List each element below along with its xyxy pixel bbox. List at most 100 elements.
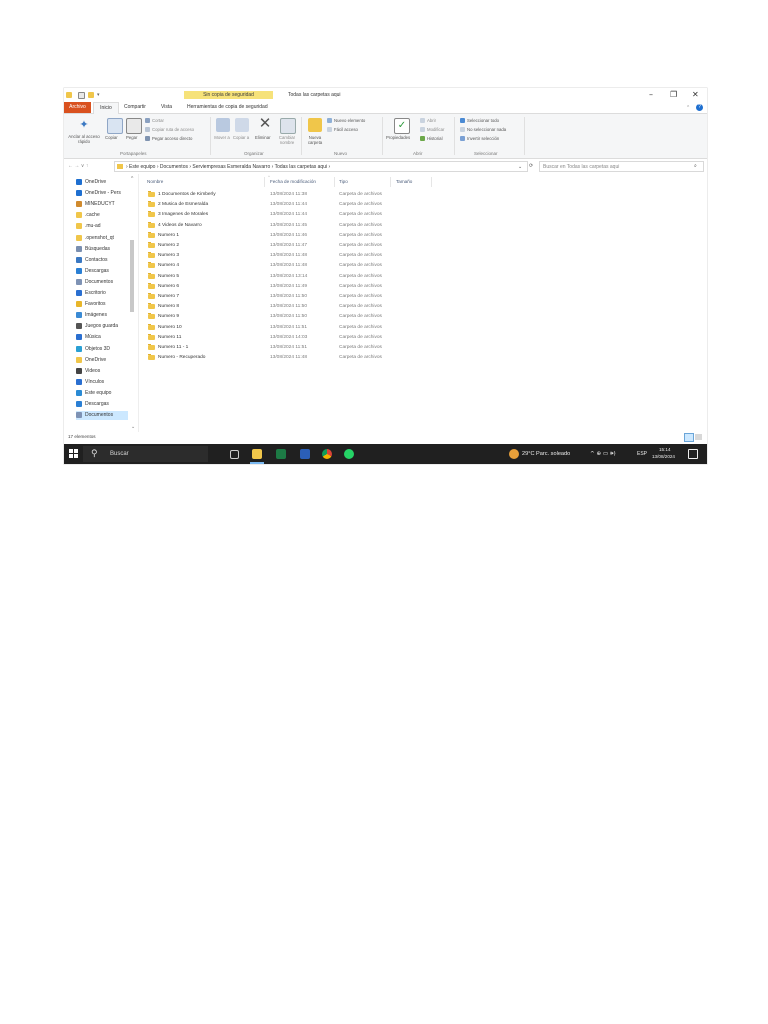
nav-item[interactable]: OneDrive bbox=[76, 178, 128, 187]
paste-shortcut-button[interactable]: Pegar acceso directo bbox=[152, 136, 192, 141]
easy-access-button[interactable]: Fácil acceso bbox=[334, 127, 358, 132]
refresh-button[interactable]: ⟳ bbox=[529, 163, 533, 169]
copy-button[interactable]: Copiar bbox=[105, 135, 118, 140]
nav-scrollbar[interactable] bbox=[130, 240, 134, 312]
table-row[interactable]: Numero 6 13/08/2024 11:49 Carpeta de archi… bbox=[140, 282, 470, 292]
navigation-arrows[interactable]: ← → ∨ ↑ bbox=[68, 163, 88, 169]
column-header-date[interactable]: Fecha de modificación bbox=[270, 179, 316, 185]
clock-time[interactable]: 15:14 bbox=[659, 447, 671, 453]
nav-item[interactable]: Imágenes bbox=[76, 311, 128, 320]
close-button[interactable]: ✕ bbox=[692, 91, 699, 99]
clock-date[interactable]: 13/08/2024 bbox=[652, 454, 675, 460]
large-icons-view-icon[interactable] bbox=[695, 434, 702, 440]
move-to-icon[interactable] bbox=[216, 118, 230, 132]
select-none-button[interactable]: No seleccionar nada bbox=[467, 127, 506, 132]
copy-path-icon[interactable] bbox=[145, 127, 150, 132]
whatsapp-icon[interactable] bbox=[344, 449, 354, 459]
edit-button[interactable]: Modificar bbox=[427, 127, 444, 132]
table-row[interactable]: 4 Videos de Navarro 13/08/2024 11:45 Carpe… bbox=[140, 221, 470, 231]
table-row[interactable]: Numero 1 13/08/2024 11:46 Carpeta de archi… bbox=[140, 231, 470, 241]
new-folder-button[interactable]: Nueva carpeta bbox=[304, 135, 326, 145]
task-view-icon[interactable] bbox=[230, 450, 239, 459]
edit-icon[interactable] bbox=[420, 127, 425, 132]
new-folder-icon[interactable] bbox=[308, 118, 322, 132]
table-row[interactable]: 3 Imagenes de Morales 13/08/2024 11:44 Car… bbox=[140, 210, 470, 220]
table-row[interactable]: Numero 5 13/08/2024 13:14 Carpeta de archi… bbox=[140, 272, 470, 282]
chrome-icon[interactable] bbox=[322, 449, 332, 459]
address-bar[interactable]: › Este equipo › Documentos › Serviempres… bbox=[114, 161, 528, 172]
details-view-icon[interactable] bbox=[684, 433, 694, 442]
system-tray-icons[interactable]: ^ ⊕ ▭ 🕪) bbox=[590, 451, 616, 458]
move-to-button[interactable]: Mover a bbox=[213, 135, 231, 140]
nav-item[interactable]: Juegos guarda bbox=[76, 322, 128, 331]
copy-icon[interactable] bbox=[107, 118, 123, 134]
invert-selection-button[interactable]: Invertir selección bbox=[467, 136, 499, 141]
nav-item[interactable]: .cache bbox=[76, 211, 128, 220]
history-button[interactable]: Historial bbox=[427, 136, 443, 141]
nav-item[interactable]: Descargas bbox=[76, 400, 128, 409]
nav-item[interactable]: Favoritos bbox=[76, 300, 128, 309]
nav-item[interactable]: Descargas bbox=[76, 267, 128, 276]
language-indicator[interactable]: ESP bbox=[637, 451, 647, 458]
open-button[interactable]: Abrir bbox=[427, 118, 436, 123]
pin-icon[interactable]: ✦ bbox=[77, 118, 91, 132]
breadcrumb[interactable]: › Este equipo › Documentos › Serviempres… bbox=[126, 164, 330, 170]
copy-path-button[interactable]: Copiar ruta de acceso bbox=[152, 127, 194, 132]
windows-start-icon[interactable] bbox=[69, 449, 78, 458]
rename-button[interactable]: Cambiar nombre bbox=[276, 135, 298, 145]
delete-button[interactable]: Eliminar bbox=[255, 135, 271, 140]
nav-item[interactable]: .openshot_qt bbox=[76, 234, 128, 243]
column-header-name[interactable]: Nombre bbox=[147, 179, 163, 185]
delete-icon[interactable]: ✕ bbox=[258, 116, 272, 132]
paste-icon[interactable] bbox=[126, 118, 142, 134]
tab-archivo[interactable]: Archivo bbox=[64, 102, 91, 113]
column-header-size[interactable]: Tamaño bbox=[396, 179, 412, 185]
nav-item[interactable]: Música bbox=[76, 333, 128, 342]
nav-item[interactable]: .mu-ad bbox=[76, 222, 128, 231]
new-folder-icon[interactable] bbox=[88, 92, 94, 98]
invert-selection-icon[interactable] bbox=[460, 136, 465, 141]
help-button[interactable]: ? bbox=[696, 104, 703, 111]
properties-icon[interactable]: ✓ bbox=[394, 118, 410, 134]
easy-access-icon[interactable] bbox=[327, 127, 332, 132]
table-row[interactable]: Numero 4 13/08/2024 11:48 Carpeta de archi… bbox=[140, 261, 470, 271]
nav-item[interactable]: Búsquedas bbox=[76, 245, 128, 254]
ribbon-collapse-icon[interactable]: ⌃ bbox=[686, 105, 690, 111]
select-none-icon[interactable] bbox=[460, 127, 465, 132]
quick-access-dropdown[interactable]: ▾ bbox=[97, 92, 100, 98]
nav-scroll-up-icon[interactable]: ^ bbox=[131, 176, 133, 182]
nav-item[interactable]: Contactos bbox=[76, 256, 128, 265]
address-dropdown-icon[interactable]: ⌄ bbox=[518, 164, 522, 170]
table-row[interactable]: Numero 11 - 1 13/08/2024 11:51 Carpeta de … bbox=[140, 343, 470, 353]
new-item-icon[interactable] bbox=[327, 118, 332, 123]
copy-to-button[interactable]: Copiar a bbox=[232, 135, 250, 140]
table-row[interactable]: 2 Musica de Esmeralda 13/08/2024 11:44 Car… bbox=[140, 200, 470, 210]
tab-compartir[interactable]: Compartir bbox=[124, 104, 146, 111]
nav-item[interactable]: Escritorio bbox=[76, 289, 128, 298]
table-row[interactable]: Numero 3 13/08/2024 11:48 Carpeta de archi… bbox=[140, 251, 470, 261]
nav-item[interactable]: Documentos bbox=[76, 278, 128, 287]
cut-button[interactable]: Cortar bbox=[152, 118, 164, 123]
tab-inicio[interactable]: Inicio bbox=[93, 102, 119, 114]
notifications-icon[interactable] bbox=[688, 449, 698, 459]
nav-item[interactable]: OneDrive - Pers bbox=[76, 189, 128, 198]
column-header-type[interactable]: Tipo bbox=[339, 179, 348, 185]
nav-item[interactable]: OneDrive bbox=[76, 356, 128, 365]
weather-text[interactable]: 29°C Parc. soleado bbox=[522, 451, 570, 458]
search-input[interactable]: Buscar en Todas las carpetas aqui bbox=[543, 164, 619, 170]
table-row[interactable]: Numero 8 13/08/2024 11:50 Carpeta de archi… bbox=[140, 302, 470, 312]
table-row[interactable]: Numero 2 13/08/2024 11:47 Carpeta de archi… bbox=[140, 241, 470, 251]
copy-to-icon[interactable] bbox=[235, 118, 249, 132]
table-row[interactable]: 1 Documentos de Kimberly 13/08/2024 11:38… bbox=[140, 190, 470, 200]
paste-shortcut-icon[interactable] bbox=[145, 136, 150, 141]
cut-icon[interactable] bbox=[145, 118, 150, 123]
search-box[interactable]: Buscar en Todas las carpetas aqui ⌕ bbox=[539, 161, 704, 172]
table-row[interactable]: Numero - Recuperado 13/08/2024 11:48 Carpe… bbox=[140, 353, 470, 363]
properties-button[interactable]: Propiedades bbox=[386, 135, 410, 140]
taskbar-search[interactable]: ⚲ Buscar bbox=[83, 446, 208, 462]
nav-item[interactable]: Este equipo bbox=[76, 389, 128, 398]
excel-icon[interactable] bbox=[276, 449, 286, 459]
table-row[interactable]: Numero 10 13/08/2024 11:51 Carpeta de arch… bbox=[140, 323, 470, 333]
nav-item[interactable]: Videos bbox=[76, 367, 128, 376]
paste-button[interactable]: Pegar bbox=[126, 135, 137, 140]
